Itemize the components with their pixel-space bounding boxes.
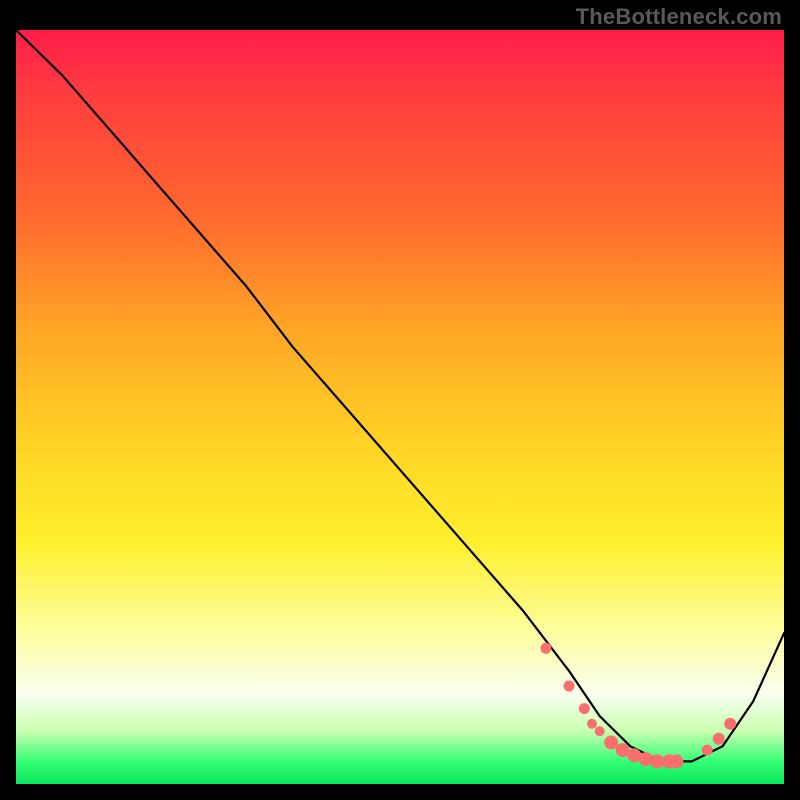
bottleneck-curve — [16, 30, 784, 761]
marker-dot — [564, 681, 575, 692]
marker-dot — [724, 718, 736, 730]
marker-dot — [587, 719, 597, 729]
curve-svg — [16, 30, 784, 784]
chart-root: TheBottleneck.com — [0, 0, 800, 800]
plot-area — [16, 30, 784, 784]
marker-dot — [579, 703, 590, 714]
marker-dot — [604, 736, 618, 750]
watermark-text: TheBottleneck.com — [576, 4, 782, 30]
marker-dot — [540, 643, 551, 654]
marker-dot — [713, 733, 725, 745]
marker-dot — [670, 754, 684, 768]
marker-dot — [595, 726, 605, 736]
marker-dot — [702, 745, 713, 756]
